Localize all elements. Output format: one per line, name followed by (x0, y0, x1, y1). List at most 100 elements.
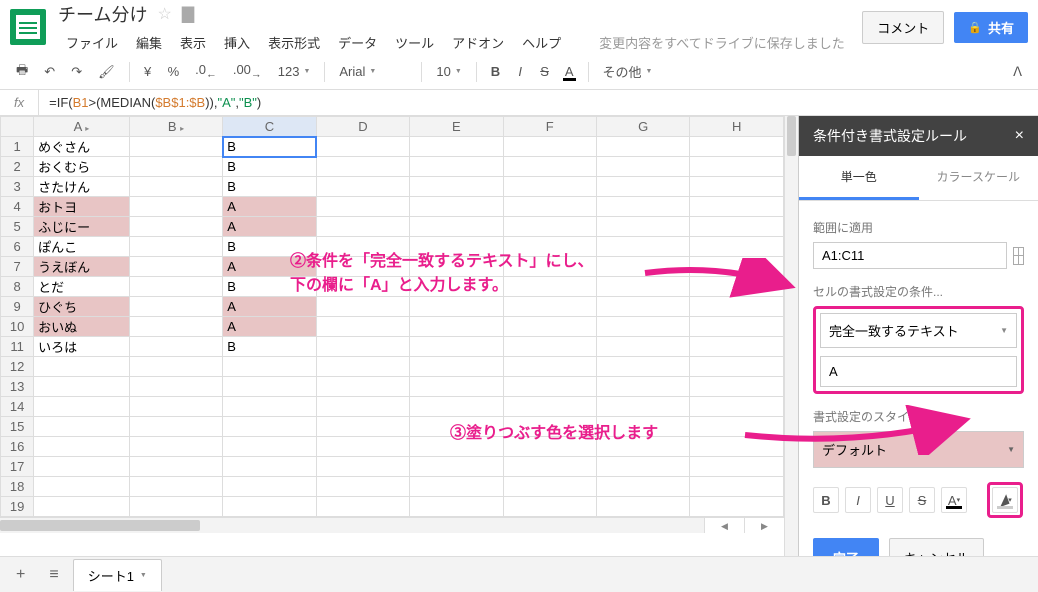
cell[interactable] (690, 277, 784, 297)
cell[interactable] (503, 357, 596, 377)
row-header[interactable]: 10 (1, 317, 34, 337)
cell[interactable] (690, 357, 784, 377)
cell[interactable] (503, 417, 596, 437)
cell[interactable]: ひぐち (34, 297, 130, 317)
cell[interactable] (503, 277, 596, 297)
sheets-logo[interactable] (10, 9, 46, 45)
cell[interactable] (596, 437, 690, 457)
text-color-button[interactable]: A (559, 60, 580, 83)
cell[interactable]: おトヨ (34, 197, 130, 217)
cell[interactable] (34, 457, 130, 477)
menu-insert[interactable]: 挿入 (216, 31, 258, 54)
fmt-italic-button[interactable]: I (845, 487, 871, 513)
menu-edit[interactable]: 編集 (128, 31, 170, 54)
cell[interactable] (503, 237, 596, 257)
cell[interactable] (129, 277, 222, 297)
row-header[interactable]: 16 (1, 437, 34, 457)
cell[interactable] (410, 477, 503, 497)
cell[interactable] (596, 397, 690, 417)
font-dropdown[interactable]: Arial (333, 60, 413, 83)
cell[interactable] (410, 377, 503, 397)
cell[interactable] (129, 497, 222, 517)
menu-addons[interactable]: アドオン (444, 31, 512, 54)
cell[interactable] (410, 457, 503, 477)
font-size-dropdown[interactable]: 10 (430, 60, 467, 83)
bold-button[interactable]: B (485, 60, 506, 83)
cell[interactable] (34, 417, 130, 437)
cell[interactable] (316, 337, 409, 357)
row-header[interactable]: 1 (1, 137, 34, 157)
cell[interactable] (316, 237, 409, 257)
cancel-button[interactable]: キャンセル (889, 538, 984, 556)
cell[interactable] (690, 237, 784, 257)
horizontal-scrollbar[interactable] (0, 518, 704, 533)
cell[interactable] (223, 457, 316, 477)
cell[interactable] (316, 357, 409, 377)
undo-icon[interactable]: ↶ (38, 60, 61, 84)
cell[interactable] (129, 417, 222, 437)
close-icon[interactable]: × (1015, 127, 1024, 145)
cell[interactable] (223, 357, 316, 377)
cell[interactable] (129, 377, 222, 397)
cell[interactable] (316, 397, 409, 417)
cell[interactable] (129, 397, 222, 417)
cell[interactable] (503, 197, 596, 217)
cell[interactable] (410, 257, 503, 277)
row-header[interactable]: 18 (1, 477, 34, 497)
cell[interactable]: いろは (34, 337, 130, 357)
cell[interactable] (596, 457, 690, 477)
cell[interactable] (690, 337, 784, 357)
cell[interactable] (129, 337, 222, 357)
cell[interactable] (503, 477, 596, 497)
cell[interactable] (596, 317, 690, 337)
cell[interactable] (223, 437, 316, 457)
percent-button[interactable]: % (162, 60, 186, 83)
cell[interactable] (129, 217, 222, 237)
fx-icon[interactable]: fx (0, 90, 39, 115)
cell[interactable] (503, 217, 596, 237)
condition-value-input[interactable] (820, 356, 1017, 387)
cell[interactable] (129, 237, 222, 257)
cell[interactable] (690, 257, 784, 277)
tab-single-color[interactable]: 単一色 (799, 156, 919, 200)
cell[interactable] (129, 257, 222, 277)
cell[interactable] (223, 377, 316, 397)
cell[interactable] (223, 417, 316, 437)
paint-format-icon[interactable]: 🖌 (92, 60, 121, 84)
doc-title[interactable]: チーム分け (58, 1, 147, 27)
cell[interactable] (410, 417, 503, 437)
cell[interactable] (596, 497, 690, 517)
dec-decrease-button[interactable]: .0← (189, 58, 223, 85)
menu-format[interactable]: 表示形式 (260, 31, 328, 54)
cell[interactable] (596, 217, 690, 237)
cell[interactable] (596, 477, 690, 497)
formula-input[interactable]: =IF(B1>(MEDIAN($B$1:$B)),"A","B") (39, 95, 271, 111)
row-header[interactable]: 12 (1, 357, 34, 377)
cell[interactable]: とだ (34, 277, 130, 297)
cell[interactable] (503, 317, 596, 337)
star-icon[interactable]: ☆ (157, 4, 171, 24)
cell[interactable] (316, 177, 409, 197)
spreadsheet-grid[interactable]: A ▸B ▸CDEFGH1めぐさんB2おくむらB3さたけんB4おトヨA5ふじにー… (0, 116, 784, 517)
cell[interactable] (129, 437, 222, 457)
cell[interactable] (129, 157, 222, 177)
cell[interactable] (129, 317, 222, 337)
cell[interactable]: A (223, 217, 316, 237)
cell[interactable]: ぽんこ (34, 237, 130, 257)
cell[interactable]: おくむら (34, 157, 130, 177)
cell[interactable] (596, 197, 690, 217)
cell[interactable] (129, 457, 222, 477)
cell[interactable] (410, 317, 503, 337)
cell[interactable] (223, 477, 316, 497)
italic-button[interactable]: I (510, 60, 530, 83)
currency-button[interactable]: ¥ (138, 60, 158, 83)
cell[interactable] (410, 297, 503, 317)
cell[interactable] (596, 277, 690, 297)
row-header[interactable]: 17 (1, 457, 34, 477)
cell[interactable] (129, 137, 222, 157)
cell[interactable] (34, 377, 130, 397)
cell[interactable] (316, 437, 409, 457)
menu-help[interactable]: ヘルプ (514, 31, 569, 54)
cell[interactable] (503, 437, 596, 457)
row-header[interactable]: 7 (1, 257, 34, 277)
